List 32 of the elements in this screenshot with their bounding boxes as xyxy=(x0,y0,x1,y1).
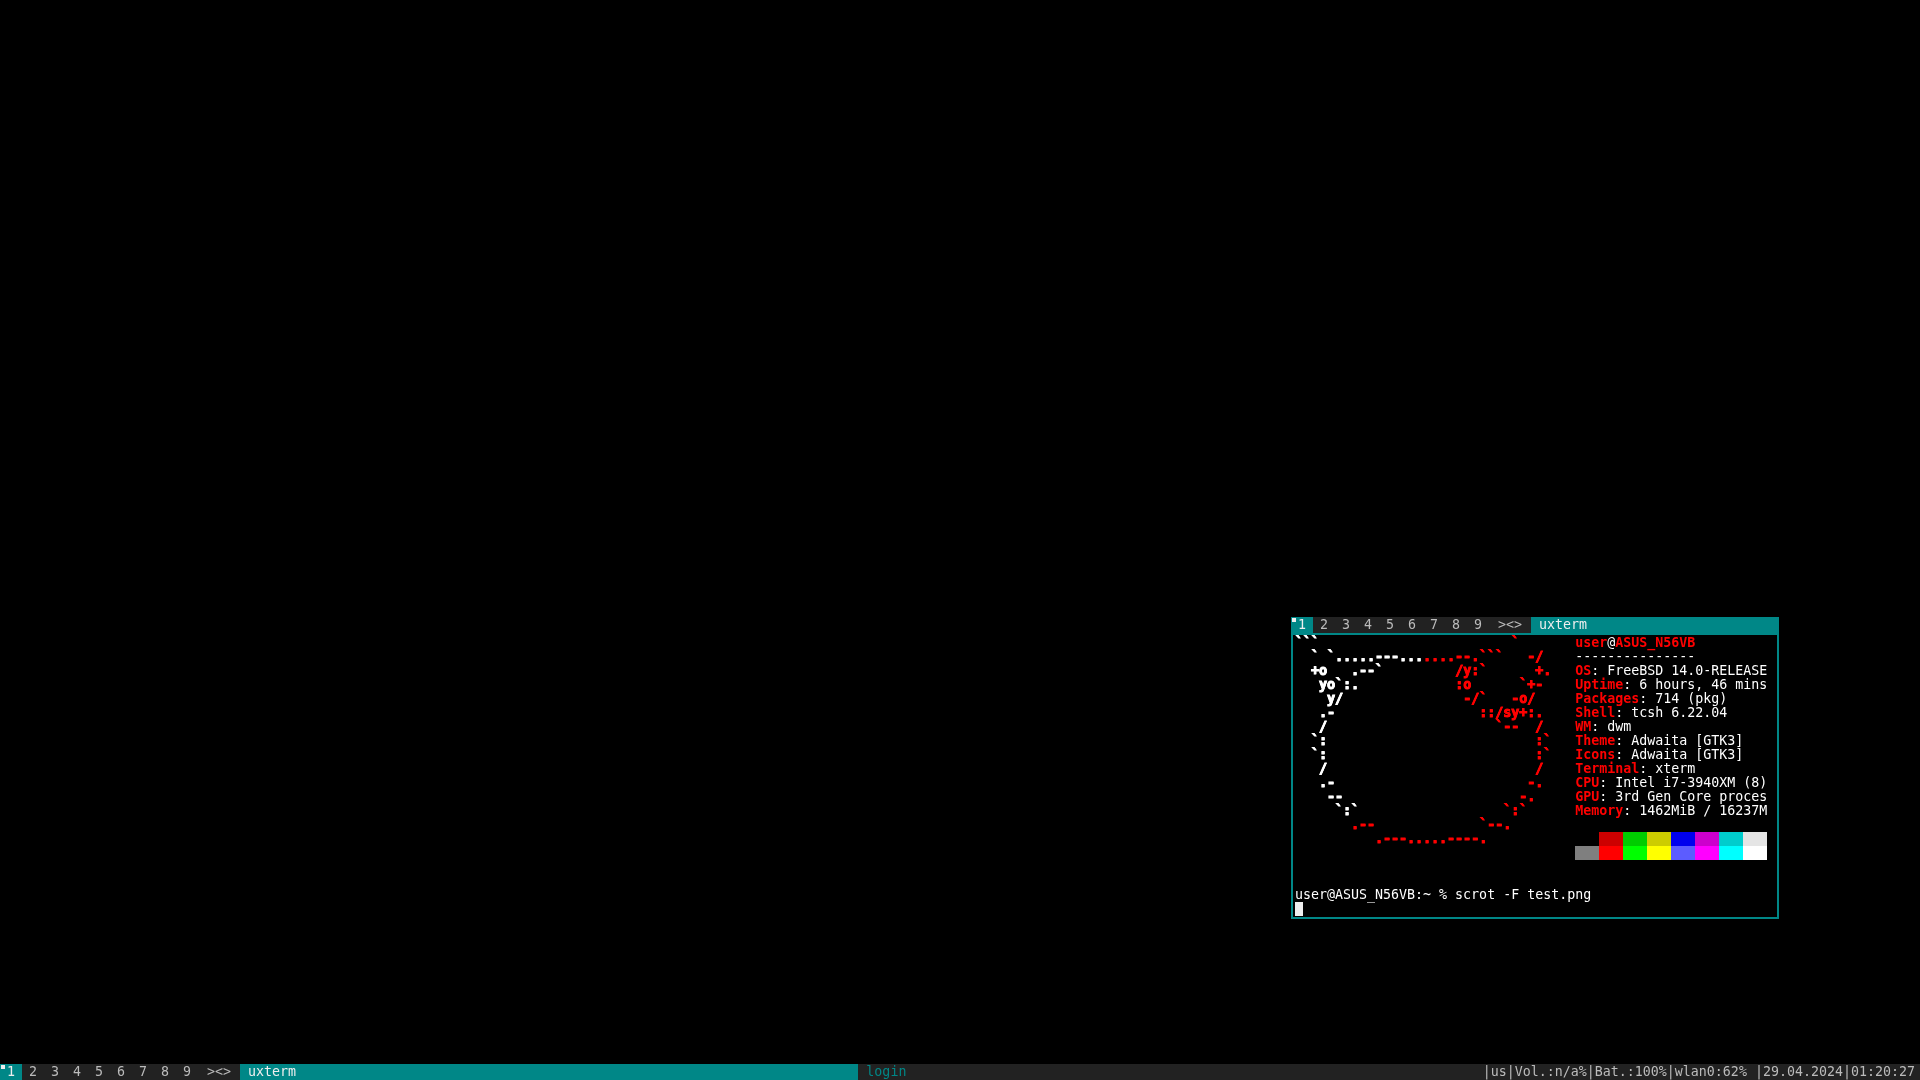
info-value: Intel i7-3940XM (8) xyxy=(1615,776,1768,790)
info-value: Adwaita [GTK3] xyxy=(1631,734,1744,748)
info-label: OS: xyxy=(1575,664,1600,678)
info-value: Adwaita [GTK3] xyxy=(1631,748,1744,762)
block-cursor-icon xyxy=(1295,902,1303,916)
window-tab[interactable]: uxterm xyxy=(1531,617,1780,633)
window-tab[interactable]: uxterm xyxy=(240,1064,859,1080)
workspace-tab[interactable]: 1 xyxy=(0,1064,22,1080)
info-label: WM: xyxy=(1575,720,1600,734)
info-value: tcsh 6.22.04 xyxy=(1631,706,1728,720)
shell-prompt: user@ASUS_N56VB:~ % scrot -F test.png xyxy=(1295,887,1592,902)
info-value: dwm xyxy=(1607,720,1632,734)
info-label: Terminal: xyxy=(1575,762,1648,776)
info-label: Packages: xyxy=(1575,692,1648,706)
info-label: Icons: xyxy=(1575,748,1624,762)
status-text: |us|Vol.:n/a%|Bat.:100%|wlan0:62% |29.04.2024|01:20:27 xyxy=(1481,1064,1916,1080)
workspace-tab[interactable]: 1 xyxy=(1291,617,1313,633)
info-value: 3rd Gen Core proces xyxy=(1615,790,1768,804)
ascii-logo: ``` ` ` `.....---.......--.``` -/ +o .--` /y:` +. yo`:. :o `+- y/ -/` -o/ .- ::/sy+:. / `-- / `: :` `: :` / / .- -. -- -. `:` `:` .-- `--. .---.....----. xyxy=(1295,636,1552,846)
info-label: GPU: xyxy=(1575,790,1608,804)
info-label: Theme: xyxy=(1575,734,1624,748)
info-value: 714 (pkg) xyxy=(1655,692,1728,706)
title-underline: --------------- xyxy=(1575,650,1696,664)
info-value: 6 hours, 46 mins xyxy=(1639,678,1768,692)
info-label: Shell: xyxy=(1575,706,1624,720)
info-label: Memory: xyxy=(1575,804,1632,818)
info-value: FreeBSD 14.0-RELEASE xyxy=(1607,664,1768,678)
info-label: Uptime: xyxy=(1575,678,1632,692)
info-label: CPU: xyxy=(1575,776,1608,790)
user-host-title: user@ASUS_N56VB xyxy=(1575,636,1696,650)
info-value: xterm xyxy=(1655,762,1696,776)
info-value: 1462MiB / 16237M xyxy=(1639,804,1768,818)
